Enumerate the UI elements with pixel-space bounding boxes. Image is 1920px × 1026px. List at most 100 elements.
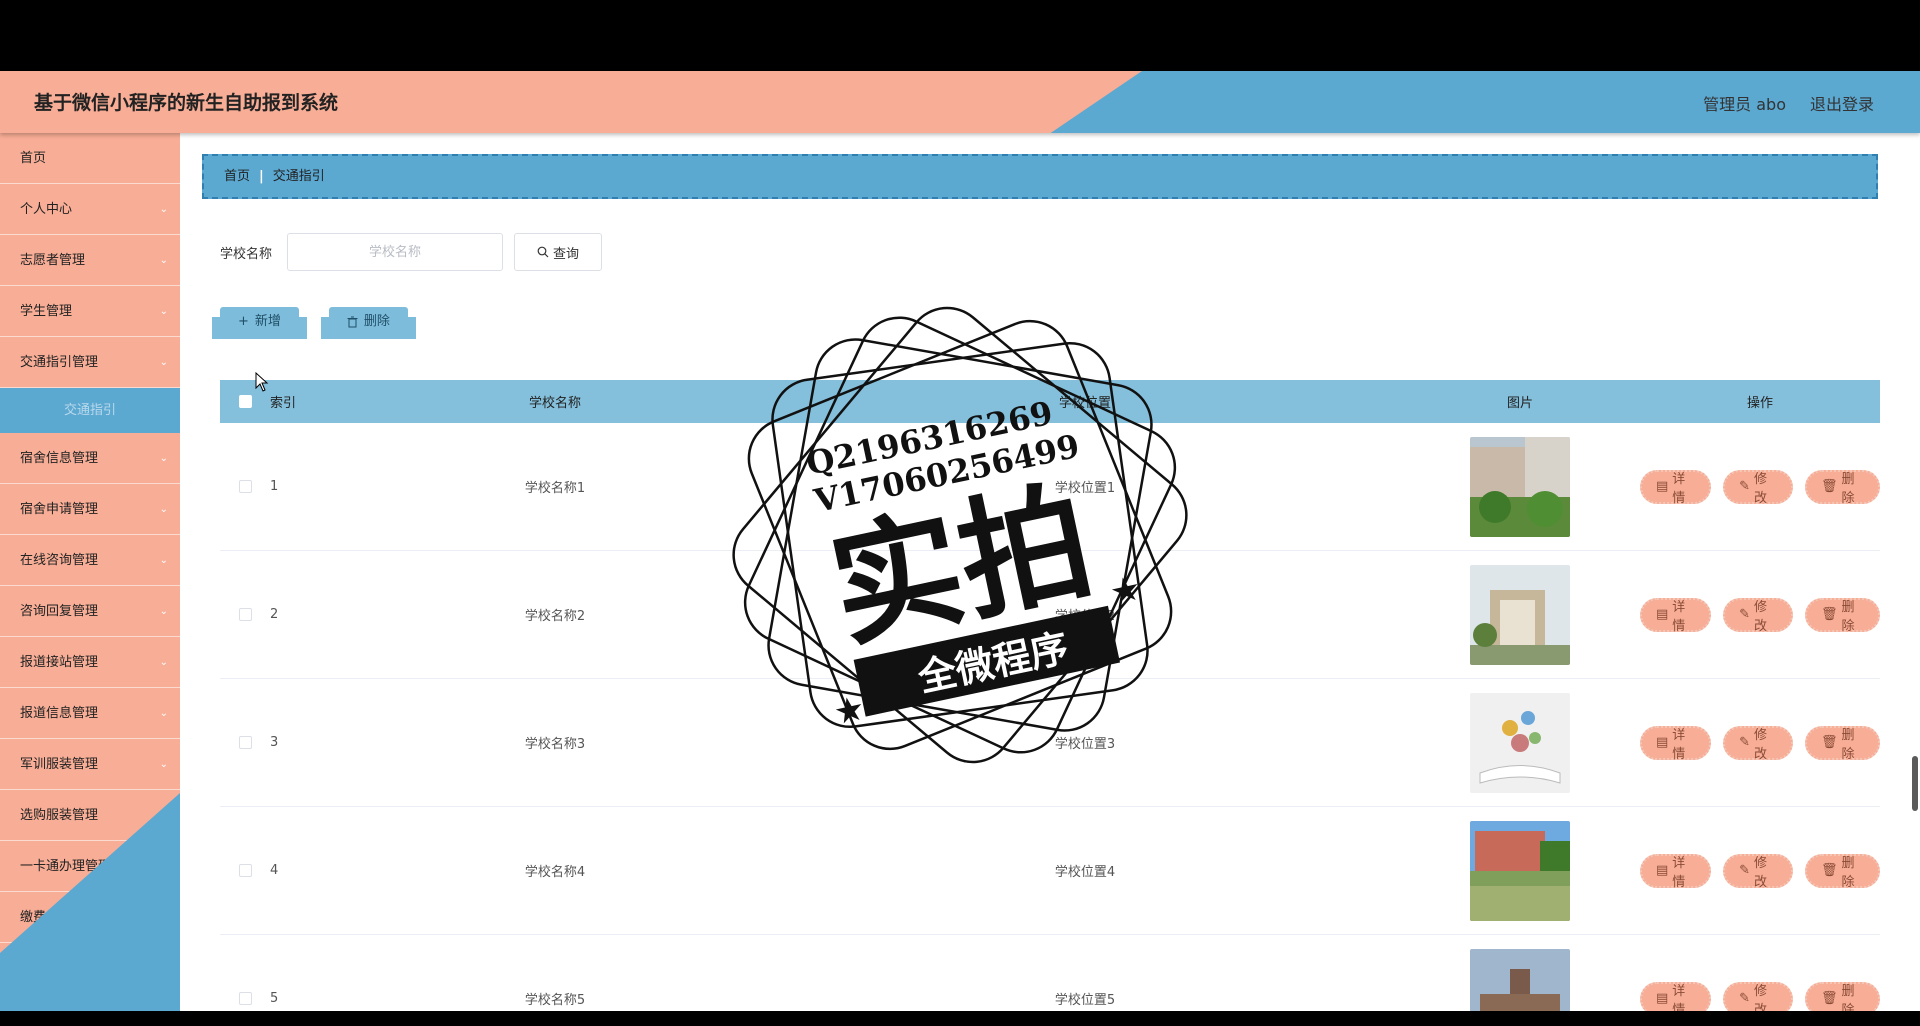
row-image-cell — [1400, 820, 1640, 921]
row-checkbox[interactable] — [238, 992, 252, 1005]
sidebar-item-report-info[interactable]: 报道信息管理 ⌄ — [0, 688, 180, 739]
detail-button[interactable]: ▤ 详情 — [1640, 725, 1712, 762]
trash-icon: 🗑 — [1820, 479, 1838, 494]
sidebar-item-uniform-purchase[interactable]: 选购服装管理 ⌄ — [0, 790, 180, 841]
sidebar-item-personal-center[interactable]: 个人中心 ⌄ — [0, 184, 180, 235]
batch-delete-button[interactable]: 删除 — [328, 307, 408, 337]
row-checkbox[interactable] — [238, 480, 252, 493]
column-header-index: 索引 — [270, 396, 297, 411]
breadcrumb: 首页 | 交通指引 — [202, 154, 1878, 199]
sidebar-item-dorm-info[interactable]: 宿舍信息管理 ⌄ — [0, 433, 180, 484]
row-checkbox[interactable] — [238, 864, 252, 877]
sidebar-item-payment[interactable]: 缴费信息管理 ⌄ — [0, 892, 180, 943]
pencil-icon: ✎ — [1739, 735, 1751, 750]
search-button[interactable]: 查询 — [514, 233, 602, 271]
sidebar-item-label: 交通指引管理 — [20, 355, 99, 370]
row-index: 4 — [270, 863, 279, 878]
edit-label: 修改 — [1754, 855, 1768, 890]
row-school-location: 学校位置5 — [1054, 993, 1116, 1008]
detail-button[interactable]: ▤ 详情 — [1640, 853, 1712, 890]
row-school-name: 学校名称1 — [524, 481, 586, 496]
sidebar-item-pickup[interactable]: 报道接站管理 ⌄ — [0, 637, 180, 688]
pencil-icon: ✎ — [1739, 479, 1751, 494]
sidebar-item-volunteers[interactable]: 志愿者管理 ⌄ — [0, 235, 180, 286]
table-row: 1 学校名称1 学校位置1 ▤ 详情 ✎ 修改 🗑 删除 — [220, 423, 1880, 551]
detail-button[interactable]: ▤ 详情 — [1640, 981, 1712, 1011]
campus-lake-photo[interactable] — [1470, 820, 1570, 921]
select-all-checkbox[interactable] — [238, 395, 252, 408]
sidebar-item-label: 个人中心 — [20, 202, 73, 217]
chevron-up-icon: ⌄ — [159, 357, 168, 368]
search-icon — [537, 246, 549, 258]
delete-button[interactable]: 🗑 删除 — [1804, 853, 1880, 890]
top-header: 基于微信小程序的新生自助报到系统 管理员 abo 退出登录 — [0, 71, 1920, 133]
row-check-cell — [220, 992, 270, 1005]
row-ops: ▤ 详情 ✎ 修改 🗑 删除 — [1640, 469, 1880, 506]
edit-button[interactable]: ✎ 修改 — [1723, 597, 1793, 634]
sidebar-item-online-consult[interactable]: 在线咨询管理 ⌄ — [0, 535, 180, 586]
chevron-down-icon: ⌄ — [159, 657, 168, 668]
document-icon: ▤ — [1656, 479, 1669, 494]
delete-label: 删除 — [1841, 471, 1855, 506]
app-window: 基于微信小程序的新生自助报到系统 管理员 abo 退出登录 首页 个人中心 ⌄ 志… — [0, 71, 1920, 1011]
document-icon: ▤ — [1656, 607, 1669, 622]
detail-label: 详情 — [1672, 855, 1686, 890]
chevron-down-icon: ⌄ — [159, 912, 168, 923]
open-book-photo[interactable] — [1470, 692, 1570, 793]
delete-button[interactable]: 🗑 删除 — [1804, 981, 1880, 1011]
detail-button[interactable]: ▤ 详情 — [1640, 597, 1712, 634]
table-body: 1 学校名称1 学校位置1 ▤ 详情 ✎ 修改 🗑 删除 2 学校名称2 学校位置2 ▤ 详情 ✎ 修改 🗑 删除… — [220, 423, 1880, 1011]
sidebar-item-dorm-apply[interactable]: 宿舍申请管理 ⌄ — [0, 484, 180, 535]
campus-art-building-photo[interactable] — [1470, 564, 1570, 665]
edit-button[interactable]: ✎ 修改 — [1723, 725, 1793, 762]
detail-label: 详情 — [1672, 727, 1686, 762]
sidebar-item-consult-reply[interactable]: 咨询回复管理 ⌄ — [0, 586, 180, 637]
sidebar-item-label: 咨询回复管理 — [20, 604, 99, 619]
sidebar-subitem-traffic-guide[interactable]: 交通指引 — [0, 388, 180, 433]
sidebar-item-students[interactable]: 学生管理 ⌄ — [0, 286, 180, 337]
sidebar-item-label: 报道接站管理 — [20, 655, 99, 670]
row-checkbox[interactable] — [238, 608, 252, 621]
row-index: 2 — [270, 607, 279, 622]
breadcrumb-separator: | — [259, 169, 264, 184]
admin-user-label[interactable]: 管理员 abo — [1703, 91, 1786, 115]
row-school-name: 学校名称5 — [524, 993, 586, 1008]
delete-button[interactable]: 🗑 删除 — [1804, 725, 1880, 762]
delete-button[interactable]: 🗑 删除 — [1804, 597, 1880, 634]
row-check-cell — [220, 608, 270, 621]
row-check-cell — [220, 736, 270, 749]
detail-label: 详情 — [1672, 471, 1686, 506]
column-header-ops: 操作 — [1746, 396, 1773, 411]
sidebar-item-traffic-guide[interactable]: 交通指引管理 ⌄ — [0, 337, 180, 388]
edit-button[interactable]: ✎ 修改 — [1723, 853, 1793, 890]
row-ops: ▤ 详情 ✎ 修改 🗑 删除 — [1640, 725, 1880, 762]
row-checkbox[interactable] — [238, 736, 252, 749]
add-button[interactable]: + 新增 — [220, 307, 299, 337]
row-image-cell — [1400, 692, 1640, 793]
sidebar-item-label: 在线咨询管理 — [20, 553, 99, 568]
logout-link[interactable]: 退出登录 — [1810, 91, 1874, 115]
sidebar-item-campus-card[interactable]: 一卡通办理管理 ⌄ — [0, 841, 180, 892]
edit-button[interactable]: ✎ 修改 — [1723, 981, 1793, 1011]
sidebar-item-label: 报道信息管理 — [20, 706, 99, 721]
search-label: 学校名称 — [220, 246, 273, 262]
pencil-icon: ✎ — [1739, 607, 1751, 622]
delete-label: 删除 — [1841, 727, 1855, 762]
row-image-cell — [1400, 436, 1640, 537]
sidebar-item-system[interactable]: 系统管理 ⌄ — [0, 943, 180, 994]
table-row: 5 学校名称5 学校位置5 ▤ 详情 ✎ 修改 🗑 删除 — [220, 935, 1880, 1011]
campus-building-photo[interactable] — [1470, 436, 1570, 537]
sidebar-item-home[interactable]: 首页 — [0, 133, 180, 184]
campus-tower-photo[interactable] — [1470, 948, 1570, 1011]
edit-button[interactable]: ✎ 修改 — [1723, 469, 1793, 506]
detail-button[interactable]: ▤ 详情 — [1640, 469, 1712, 506]
breadcrumb-home[interactable]: 首页 — [224, 169, 250, 184]
chevron-down-icon: ⌄ — [159, 555, 168, 566]
delete-button[interactable]: 🗑 删除 — [1804, 469, 1880, 506]
edit-label: 修改 — [1754, 727, 1768, 762]
sidebar-item-uniform[interactable]: 军训服装管理 ⌄ — [0, 739, 180, 790]
school-name-search-input[interactable] — [287, 233, 503, 271]
scrollbar[interactable] — [1912, 756, 1918, 811]
trash-icon: 🗑 — [1820, 735, 1838, 750]
chevron-down-icon: ⌄ — [159, 861, 168, 872]
